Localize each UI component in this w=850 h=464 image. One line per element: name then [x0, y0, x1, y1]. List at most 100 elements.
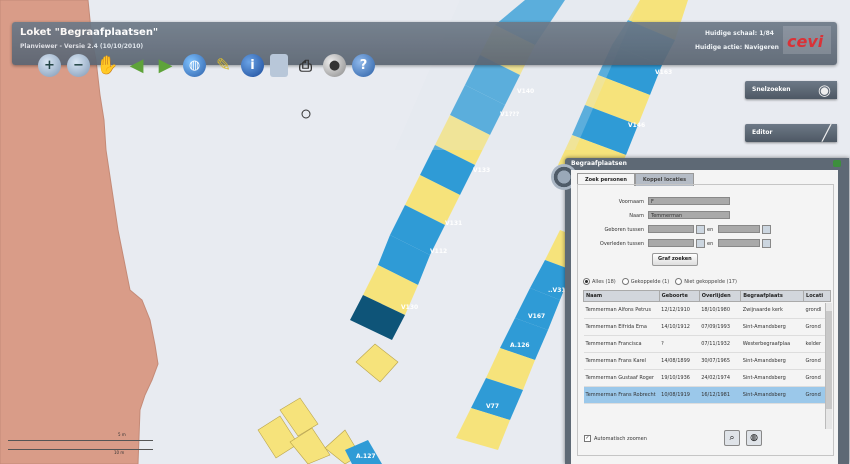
cell: 14/10/1912: [659, 318, 700, 336]
cell: ?: [659, 335, 700, 353]
pan-hand-icon[interactable]: ✋: [96, 54, 119, 77]
binoculars-icon: ◉: [817, 81, 831, 99]
app-version: Planviewer - Versie 2.4 (10/10/2010): [20, 43, 144, 50]
pen-icon: ╱: [821, 124, 831, 142]
layers-ball-icon[interactable]: ●: [323, 54, 346, 77]
quick-search-button[interactable]: Snelzoeken ◉: [745, 81, 837, 99]
help-icon[interactable]: ?: [352, 54, 375, 77]
plot-label: V112: [430, 248, 447, 255]
table-row[interactable]: Temmerman Gustaaf Roger 19/10/1936 24/02…: [583, 369, 831, 387]
globe-icon[interactable]: ◍: [746, 430, 762, 446]
filter-alles[interactable]: Alles (18): [583, 278, 616, 285]
plot-label: A.126: [510, 342, 530, 349]
scroll-thumb[interactable]: [826, 311, 832, 409]
table-row-selected[interactable]: Temmerman Frans Robrecht 10/08/1919 16/1…: [583, 386, 831, 404]
table-row[interactable]: Temmerman Francisca ? 07/11/1932 Westerb…: [583, 335, 831, 353]
checkbox-icon[interactable]: ✓: [584, 435, 591, 442]
cell: Sint-Amandsberg: [740, 318, 804, 336]
cell: Temmerman Elfrida Ema: [583, 318, 660, 336]
clear-broom-icon[interactable]: ✎: [212, 54, 235, 77]
editor-button[interactable]: Editor ╱: [745, 124, 837, 142]
voornaam-field[interactable]: F: [648, 197, 730, 205]
plot-label: V146: [628, 122, 645, 129]
table-header-row: Naam Geboorte Overlijden Begraafplaats L…: [583, 290, 831, 302]
previous-extent-icon[interactable]: ◀: [125, 54, 148, 77]
zoom-to-result-icon[interactable]: ⌕: [724, 430, 740, 446]
cevi-logo: cevi: [783, 26, 831, 54]
results-table: Naam Geboorte Overlijden Begraafplaats L…: [583, 290, 831, 404]
auto-zoom-option[interactable]: ✓ Automatisch zoomen: [584, 435, 647, 442]
table-scrollbar[interactable]: [825, 303, 832, 429]
cell: Sint-Amandsberg: [740, 369, 804, 387]
cell: 14/08/1899: [659, 352, 700, 370]
plot-label: V167: [528, 313, 545, 320]
col-begraafplaats[interactable]: Begraafplaats: [740, 290, 805, 302]
zoom-in-icon[interactable]: +: [38, 54, 61, 77]
geboren-to-field[interactable]: [718, 225, 760, 233]
scale-bar-2: [8, 449, 153, 450]
info-icon[interactable]: i: [241, 54, 264, 77]
plot-label: V1???: [500, 111, 520, 118]
plot-label: V77: [486, 403, 499, 410]
filter-label: Gekoppelde (1): [630, 278, 670, 285]
panel-title: Begraafplaatsen: [571, 160, 627, 167]
next-extent-icon[interactable]: ▶: [154, 54, 177, 77]
scale-label-2: 10 m: [114, 450, 125, 455]
cell: Zwijnaarde kerk: [740, 301, 804, 319]
current-scale: Huidige schaal: 1/84: [705, 30, 774, 37]
graf-zoeken-button[interactable]: Graf zoeken: [652, 253, 698, 266]
begraafplaatsen-panel: Begraafplaatsen Zoek personen Koppel loc…: [551, 158, 849, 464]
cell: Temmerman Francisca: [583, 335, 660, 353]
overleden-to-field[interactable]: [718, 239, 760, 247]
plot-label: A.127: [356, 453, 376, 460]
geboren-label: Geboren tussen: [604, 227, 644, 233]
plot-label: V130: [401, 304, 418, 311]
naam-field[interactable]: Temmerman: [648, 211, 730, 219]
voornaam-label: Voornaam: [618, 199, 644, 205]
col-locatie[interactable]: Locati: [803, 290, 831, 302]
col-naam[interactable]: Naam: [583, 290, 660, 302]
cell: 10/08/1919: [659, 386, 700, 404]
panel-toggle-icon[interactable]: [833, 160, 841, 167]
table-row[interactable]: Temmerman Elfrida Ema 14/10/1912 07/09/1…: [583, 318, 831, 336]
overleden-from-field[interactable]: [648, 239, 694, 247]
cell: 07/11/1932: [699, 335, 741, 353]
auto-zoom-label: Automatisch zoomen: [594, 435, 647, 442]
radio-dot: [583, 278, 590, 285]
filter-gekoppelde[interactable]: Gekoppelde (1): [621, 278, 670, 285]
cell: 18/10/1980: [699, 301, 741, 319]
cell: Sint-Amandsberg: [740, 386, 804, 404]
geboren-from-field[interactable]: [648, 225, 694, 233]
cell: 07/09/1993: [699, 318, 741, 336]
col-overlijden[interactable]: Overlijden: [698, 290, 742, 302]
svg-text:cevi: cevi: [787, 32, 824, 51]
radio-dot: [675, 278, 683, 285]
search-form: Voornaam F Naam Temmerman Geboren tussen…: [577, 184, 834, 456]
calendar-icon[interactable]: [762, 239, 771, 248]
calendar-icon[interactable]: [762, 225, 771, 234]
zoom-out-icon[interactable]: −: [67, 54, 90, 77]
plot-label: V163: [655, 69, 672, 76]
calendar-icon[interactable]: [696, 239, 705, 248]
map-toolbar: + − ✋ ◀ ▶ ◍ ✎ i ⎙ ● ?: [38, 54, 375, 80]
table-row[interactable]: Temmerman Frans Karel 14/08/1899 30/07/1…: [583, 352, 831, 370]
print-icon[interactable]: ⎙: [294, 54, 317, 77]
table-row[interactable]: Temmerman Alfons Petrus 12/12/1910 18/10…: [583, 301, 831, 319]
overleden-en-label: en: [707, 241, 714, 247]
plot-label: V131: [445, 220, 462, 227]
filter-niet-gekoppelde[interactable]: Niet gekoppelde (17): [675, 278, 737, 285]
full-extent-globe-icon[interactable]: ◍: [183, 54, 206, 77]
filter-label: Niet gekoppelde (17): [684, 278, 737, 285]
cell: Temmerman Frans Karel: [583, 352, 660, 370]
cell: 19/10/1936: [659, 369, 700, 387]
filter-radios: Alles (18) Gekoppelde (1) Niet gekoppeld…: [583, 278, 737, 285]
cell: Sint-Amandsberg: [740, 352, 804, 370]
app-title: Loket "Begraafplaatsen": [20, 27, 159, 38]
quick-search-label: Snelzoeken: [752, 86, 791, 93]
col-geboorte[interactable]: Geboorte: [658, 290, 700, 302]
calendar-icon[interactable]: [696, 225, 705, 234]
radio-dot: [621, 278, 629, 285]
document-icon[interactable]: [270, 54, 288, 77]
filter-label: Alles (18): [592, 278, 616, 285]
panel-body: Zoek personen Koppel locaties Voornaam F…: [571, 170, 838, 464]
